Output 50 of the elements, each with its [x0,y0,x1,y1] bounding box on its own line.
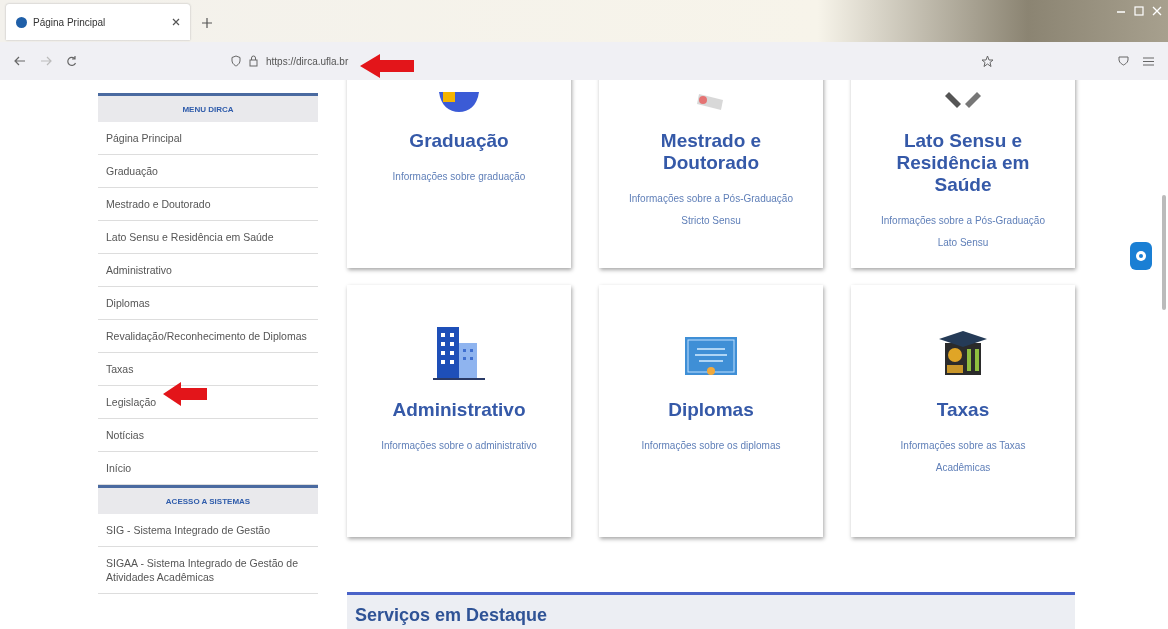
pocket-icon[interactable] [1118,56,1129,66]
floating-button[interactable] [1130,242,1152,270]
sidebar-link[interactable]: Revalidação/Reconhecimento de Diplomas [98,320,318,353]
star-icon[interactable] [981,54,994,68]
lock-icon[interactable] [249,55,258,67]
sidebar-heading: MENU DIRCA [98,93,318,122]
category-card[interactable]: Diplomas Informações sobre os diplomas [599,285,823,537]
card-title: Taxas [936,399,990,421]
category-card[interactable]: Lato Sensu e Residência em Saúde Informações sobre a Pós-Graduação Lato Sensu [851,80,1075,268]
address-field[interactable]: https://dirca.ufla.br [266,55,349,67]
plus-icon[interactable] [202,18,212,28]
shield-icon[interactable] [231,55,241,67]
category-card[interactable]: Administrativo Informações sobre o administrativo [347,285,571,537]
category-card[interactable]: Mestrado e Doutorado Informações sobre a Pós-Graduação Stricto Sensu [599,80,823,268]
sidebar-heading: ACESSO A SISTEMAS [98,485,318,514]
sidebar-link[interactable]: Mestrado e Doutorado [98,188,318,221]
card-title: Mestrado e Doutorado [659,130,763,174]
building-icon [431,325,487,381]
card-title: Lato Sensu e Residência em Saúde [895,130,1031,196]
sidebar-link[interactable]: Administrativo [98,254,318,287]
card-description: Informações sobre as Taxas Acadêmicas [899,439,1027,475]
menu-icon[interactable] [1143,56,1154,66]
section-title: Serviços em Destaque [355,604,548,626]
back-icon[interactable] [14,56,26,66]
maximize-icon[interactable] [1134,6,1144,16]
category-card[interactable]: Graduação Informações sobre graduação [347,80,571,268]
card-description: Informações sobre os diplomas [641,439,781,453]
card-description: Informações sobre o administrativo [381,439,537,453]
annotation-arrow [163,382,207,406]
card-title: Diplomas [668,399,754,421]
sidebar-link[interactable]: SIG - Sistema Integrado de Gestão [98,514,318,547]
category-card[interactable]: Taxas Informações sobre as Taxas Acadêmicas [851,285,1075,537]
card-title: Graduação [409,130,509,152]
sidebar-link[interactable]: Taxas [98,353,318,386]
reload-icon[interactable] [66,55,77,67]
browser-tab[interactable]: Página Principal [6,4,190,40]
card-description: Informações sobre graduação [392,170,526,184]
card-description: Informações sobre a Pós-Graduação Stricto Sensu [628,192,794,228]
scrollbar[interactable] [1162,195,1166,310]
sidebar-link[interactable]: Notícias [98,419,318,452]
card-title: Administrativo [392,399,526,421]
sidebar-link[interactable]: Diplomas [98,287,318,320]
annotation-arrow [360,54,414,78]
sidebar-link[interactable]: Graduação [98,155,318,188]
globe-icon [16,16,27,28]
sidebar-link[interactable]: Página Principal [98,122,318,155]
close-icon[interactable] [172,18,180,26]
sidebar-link[interactable]: SIGAA - Sistema Integrado de Gestão de Atividades Acadêmicas [98,547,318,594]
card-description: Informações sobre a Pós-Graduação Lato Sensu [880,214,1046,250]
sidebar-link[interactable]: Lato Sensu e Residência em Saúde [98,221,318,254]
